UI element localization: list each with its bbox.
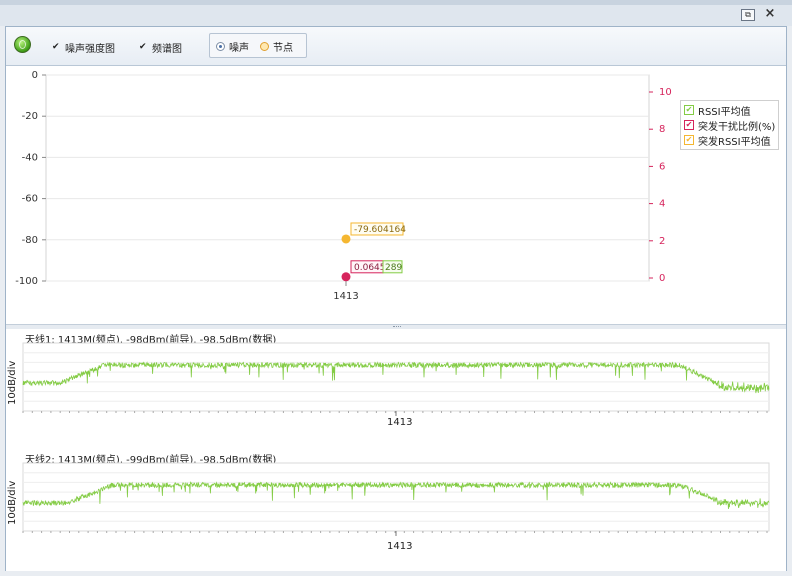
burst-rssi-data-label: -79.604164 <box>354 225 406 235</box>
antenna2-spectrum-plot <box>22 462 770 536</box>
legend-check-icon: ✔ <box>684 135 694 145</box>
x-tick-label: 1413 <box>333 291 358 302</box>
burst-ratio-data-label: 0.0645 <box>354 263 386 273</box>
noise-intensity-checkbox[interactable]: ✔ 噪声强度图 <box>52 40 115 55</box>
radio-node[interactable]: 节点 <box>260 39 293 54</box>
legend-label-burst-ratio: 突发干扰比例(%) <box>698 121 776 133</box>
antenna2-xlabel: 1413 <box>387 541 413 552</box>
left-tick-label: 0 <box>32 70 38 81</box>
legend-item-burst-ratio[interactable]: ✔ 突发干扰比例(%) <box>684 118 776 133</box>
radio-node-label: 节点 <box>273 43 293 54</box>
antenna1-xlabel: 1413 <box>387 417 413 428</box>
noise-chart-svg: 0 -20 -40 -60 -80 -100 10 8 6 4 2 0 1413 -79.604164 0.… <box>15 70 672 302</box>
splitter-grip <box>393 326 401 328</box>
legend-label-rssi: RSSI平均值 <box>698 106 751 118</box>
legend-check-icon: ✔ <box>684 120 694 130</box>
radio-noise-label: 噪声 <box>229 43 249 54</box>
left-tick-label: -60 <box>22 194 38 205</box>
close-icon[interactable]: × <box>763 7 777 21</box>
titlebar-strip <box>0 0 792 5</box>
plot-frame <box>45 74 650 282</box>
noise-intensity-label: 噪声强度图 <box>65 43 115 55</box>
antenna1-spectrum-panel: 天线1: 1413M(频点), -98dBm(前导), -98.5dBm(数据)… <box>6 329 786 451</box>
antenna1-spectrum-plot <box>22 342 770 416</box>
left-tick-label: -20 <box>22 111 38 122</box>
legend-item-rssi[interactable]: ✔ RSSI平均值 <box>684 103 751 118</box>
right-tick-label: 10 <box>659 87 672 98</box>
burst-ratio-point <box>341 272 351 282</box>
legend-label-burst-rssi: 突发RSSI平均值 <box>698 136 771 148</box>
spectrum-label: 频谱图 <box>152 43 182 55</box>
window-titlebar: ⧉ × <box>0 0 792 26</box>
main-window: ✔ 噪声强度图 ✔ 频谱图 噪声 节点 0 -20 -40 -60 -80 -100 10 8… <box>5 26 787 571</box>
legend-check-icon: ✔ <box>684 105 694 115</box>
legend-item-burst-rssi[interactable]: ✔ 突发RSSI平均值 <box>684 133 771 148</box>
chart-legend: ✔ RSSI平均值 ✔ 突发干扰比例(%) ✔ 突发RSSI平均值 <box>680 100 779 150</box>
status-led-icon[interactable] <box>14 36 31 53</box>
spectrum-checkbox[interactable]: ✔ 频谱图 <box>139 40 182 55</box>
extra-data-label: 289 <box>385 263 402 273</box>
radio-selected-icon <box>216 42 225 51</box>
radio-noise[interactable]: 噪声 <box>216 39 249 54</box>
antenna2-spectrum-panel: 天线2: 1413M(频点), -99dBm(前导), -98.5dBm(数据)… <box>6 449 786 571</box>
right-tick-label: 0 <box>659 273 665 284</box>
noise-node-chart: 0 -20 -40 -60 -80 -100 10 8 6 4 2 0 1413 -79.604164 0.… <box>6 66 786 324</box>
right-tick-label: 4 <box>659 199 665 210</box>
radio-hover-icon <box>260 42 269 51</box>
right-tick-label: 6 <box>659 161 665 172</box>
right-tick-label: 2 <box>659 236 665 247</box>
toolbar: ✔ 噪声强度图 ✔ 频谱图 噪声 节点 <box>6 27 786 66</box>
left-tick-label: -100 <box>15 276 38 287</box>
restore-icon[interactable]: ⧉ <box>741 9 755 21</box>
view-mode-radio-group: 噪声 节点 <box>209 33 307 58</box>
left-tick-label: -80 <box>22 235 38 246</box>
check-icon: ✔ <box>52 42 60 52</box>
check-icon: ✔ <box>139 42 147 52</box>
right-tick-label: 8 <box>659 124 665 135</box>
burst-rssi-point <box>341 234 351 244</box>
left-tick-label: -40 <box>22 152 38 163</box>
